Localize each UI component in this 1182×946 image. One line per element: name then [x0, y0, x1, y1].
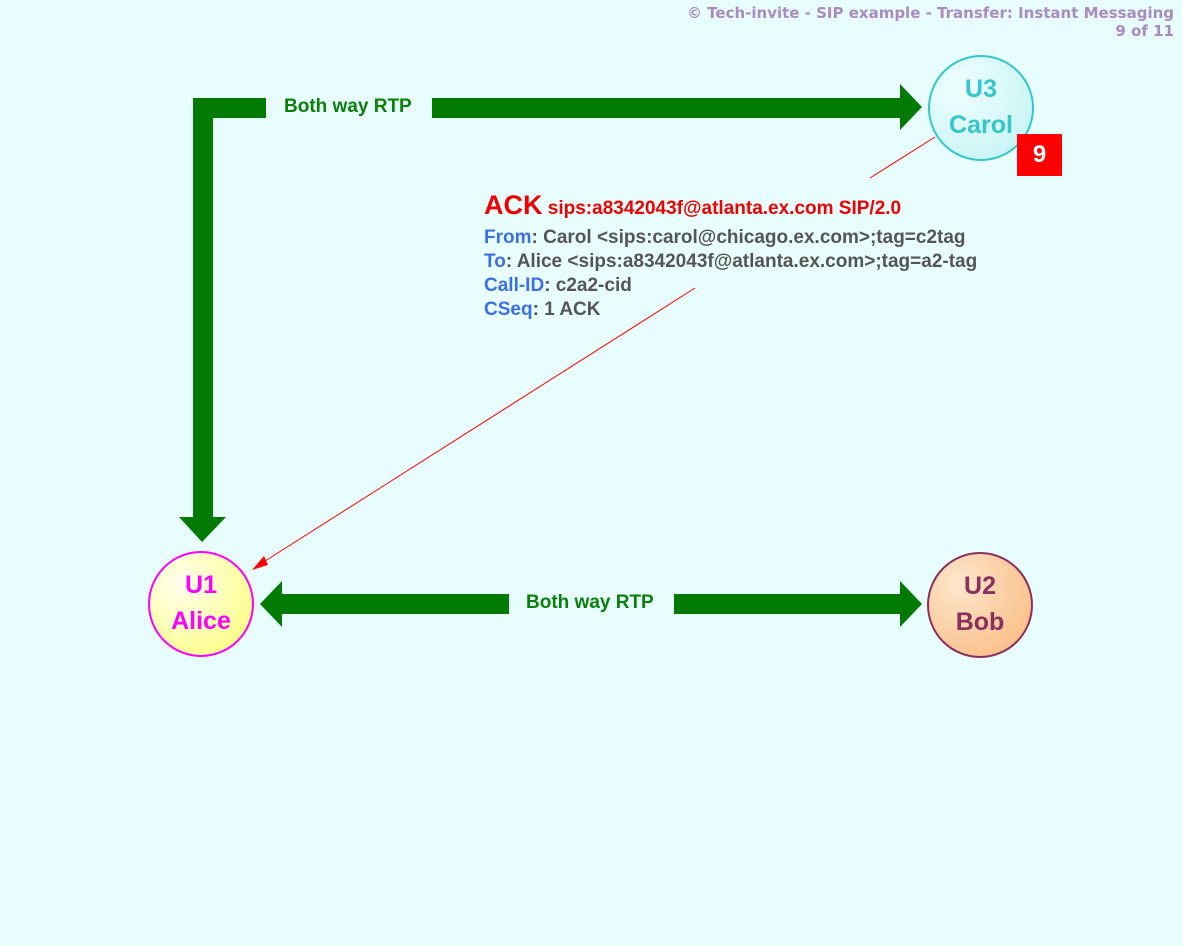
rtp-bar-segment [674, 594, 902, 614]
call-flow-diagram: U3 Carol U1 Alice U2 Bob [148, 55, 1034, 658]
sip-message: ACK sips:a8342043f@atlanta.ex.com SIP/2.… [484, 188, 977, 322]
header-to: To: Alice <sips:a8342043f@atlanta.ex.com… [484, 250, 977, 274]
step-badge: 9 [1017, 134, 1062, 176]
signal-line-segment [261, 287, 696, 564]
header-value: : Alice <sips:a8342043f@atlanta.ex.com>;… [505, 251, 978, 272]
rtp-bar-segment [193, 98, 213, 518]
arrowhead-right-icon [900, 84, 922, 130]
arrowhead-right-icon [900, 581, 922, 627]
node-id: U3 [965, 75, 997, 103]
header-from: From: Carol <sips:carol@chicago.ex.com>;… [484, 226, 977, 250]
header-name: Call-ID [484, 275, 545, 296]
node-bob[interactable]: U2 Bob [927, 552, 1033, 658]
node-circle [148, 551, 254, 657]
rtp-bar-segment [281, 594, 509, 614]
header-name: CSeq [484, 299, 533, 320]
header-cseq: CSeq: 1 ACK [484, 298, 977, 322]
arrowhead-left-icon [260, 581, 282, 627]
node-id: U2 [964, 572, 996, 600]
request-uri: sips:a8342043f@atlanta.ex.com SIP/2.0 [547, 198, 902, 219]
header-name: From [484, 227, 532, 248]
node-id: U1 [185, 571, 217, 599]
signal-line-segment [869, 136, 936, 179]
node-circle [927, 552, 1033, 658]
request-line: ACK sips:a8342043f@atlanta.ex.com SIP/2.… [484, 188, 977, 226]
sip-method: ACK [484, 190, 543, 220]
rtp-label-alice-carol: Both way RTP [284, 96, 412, 117]
header-name: To [484, 251, 506, 272]
header-value: : c2a2-cid [544, 275, 632, 296]
rtp-bar-segment [432, 98, 902, 118]
header-value: : 1 ACK [532, 299, 601, 320]
arrowhead-down-icon [179, 517, 226, 542]
header-call-id: Call-ID: c2a2-cid [484, 274, 977, 298]
rtp-label-alice-bob: Both way RTP [526, 592, 654, 613]
node-name: Carol [949, 111, 1013, 139]
node-name: Bob [956, 608, 1005, 636]
node-alice[interactable]: U1 Alice [148, 551, 254, 657]
header-value: : Carol <sips:carol@chicago.ex.com>;tag=… [531, 227, 966, 248]
arrowhead-icon [252, 556, 268, 570]
node-name: Alice [171, 607, 231, 635]
